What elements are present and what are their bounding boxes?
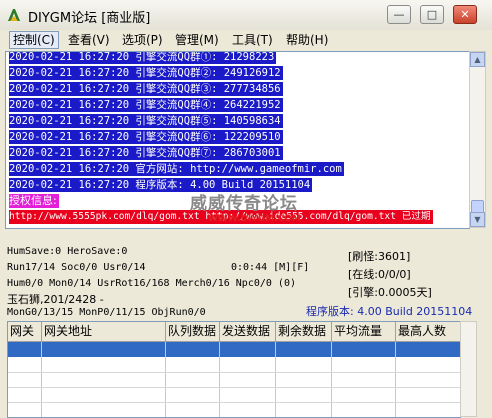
menu-tools[interactable]: 工具(T): [229, 32, 276, 48]
auth-label: 授权信息:: [9, 194, 59, 208]
col-remaining-data[interactable]: 剩余数据: [276, 322, 332, 341]
status-mon: MonG0/13/15 MonP0/11/15 ObjRun0/0: [7, 307, 206, 318]
version-label: 程序版本: 4.00 Build 20151104: [306, 305, 473, 318]
col-gateway[interactable]: 网关: [8, 322, 42, 341]
status-refresh: [刷怪:3601]: [348, 250, 411, 263]
grid-line: [8, 372, 460, 373]
col-queue-data[interactable]: 队列数据: [166, 322, 220, 341]
window-title: DIYGM论坛 [商业版]: [28, 11, 151, 26]
status-location: 玉石狮,201/2428 -: [7, 293, 104, 306]
log-line: 2020-02-21 16:27:20 引擎交流QQ群⑥: 122209510: [9, 130, 283, 144]
status-run: Run17/14 Soc0/0 Usr0/14: [7, 262, 146, 273]
grid-line: [331, 342, 332, 417]
watermark-text: 威威传奇论坛: [190, 194, 298, 214]
watermark-url: WWW.DIYGM.COM: [208, 214, 301, 224]
minimize-button[interactable]: —: [387, 5, 411, 24]
status-save: HumSave:0 HeroSave:0: [7, 246, 128, 257]
status-timer: 0:0:44 [M][F]: [231, 262, 310, 273]
menu-manage[interactable]: 管理(M): [172, 32, 222, 48]
grid-line: [219, 342, 220, 417]
table-row[interactable]: [8, 342, 460, 357]
status-engine: [引擎:0.0005天]: [348, 286, 432, 299]
grid-line: [8, 387, 460, 388]
log-scrollbar[interactable]: ▲ ▼: [469, 51, 486, 228]
status-online: [在线:0/0/0]: [348, 268, 411, 281]
menu-view[interactable]: 查看(V): [65, 32, 113, 48]
grid-line: [395, 342, 396, 417]
scroll-up-icon[interactable]: ▲: [470, 52, 485, 67]
log-line: 2020-02-21 16:27:20 引擎交流QQ群③: 277734856: [9, 82, 283, 96]
col-sent-data[interactable]: 发送数据: [220, 322, 276, 341]
menu-options[interactable]: 选项(P): [119, 32, 166, 48]
grid-line: [275, 342, 276, 417]
grid-line: [165, 342, 166, 417]
status-hum: Hum0/0 Mon0/14 UsrRot16/168 Merch0/16 Np…: [7, 278, 296, 289]
log-line: 2020-02-21 16:27:20 引擎交流QQ群⑦: 286703001: [9, 146, 283, 160]
log-line: 2020-02-21 16:27:20 引擎交流QQ群④: 264221952: [9, 98, 283, 112]
log-line: 2020-02-21 16:27:20 引擎交流QQ群①: 21298223: [9, 51, 277, 64]
table-header: 网关 网关地址 队列数据 发送数据 剩余数据 平均流量 最高人数: [8, 322, 460, 342]
col-max-users[interactable]: 最高人数: [396, 322, 460, 341]
log-line: 2020-02-21 16:27:20 官方网站: http://www.gam…: [9, 162, 344, 176]
menu-bar: 控制(C) 查看(V) 选项(P) 管理(M) 工具(T) 帮助(H): [0, 30, 492, 50]
scroll-down-icon[interactable]: ▼: [470, 212, 485, 227]
menu-help[interactable]: 帮助(H): [283, 32, 331, 48]
title-bar[interactable]: DIYGM论坛 [商业版] — □ ✕: [0, 0, 492, 31]
maximize-button[interactable]: □: [420, 5, 444, 24]
table-scrollbar[interactable]: [460, 321, 477, 417]
grid-line: [8, 402, 460, 403]
menu-control[interactable]: 控制(C): [9, 31, 59, 49]
col-avg-traffic[interactable]: 平均流量: [332, 322, 396, 341]
grid-line: [41, 342, 42, 417]
log-line: 2020-02-21 16:27:20 引擎交流QQ群②: 249126912: [9, 66, 283, 80]
gateway-table[interactable]: 网关 网关地址 队列数据 发送数据 剩余数据 平均流量 最高人数: [7, 321, 461, 418]
col-gateway-address[interactable]: 网关地址: [42, 322, 166, 341]
close-button[interactable]: ✕: [453, 5, 477, 24]
log-line: 2020-02-21 16:27:20 引擎交流QQ群⑤: 140598634: [9, 114, 283, 128]
app-icon: [8, 9, 20, 21]
